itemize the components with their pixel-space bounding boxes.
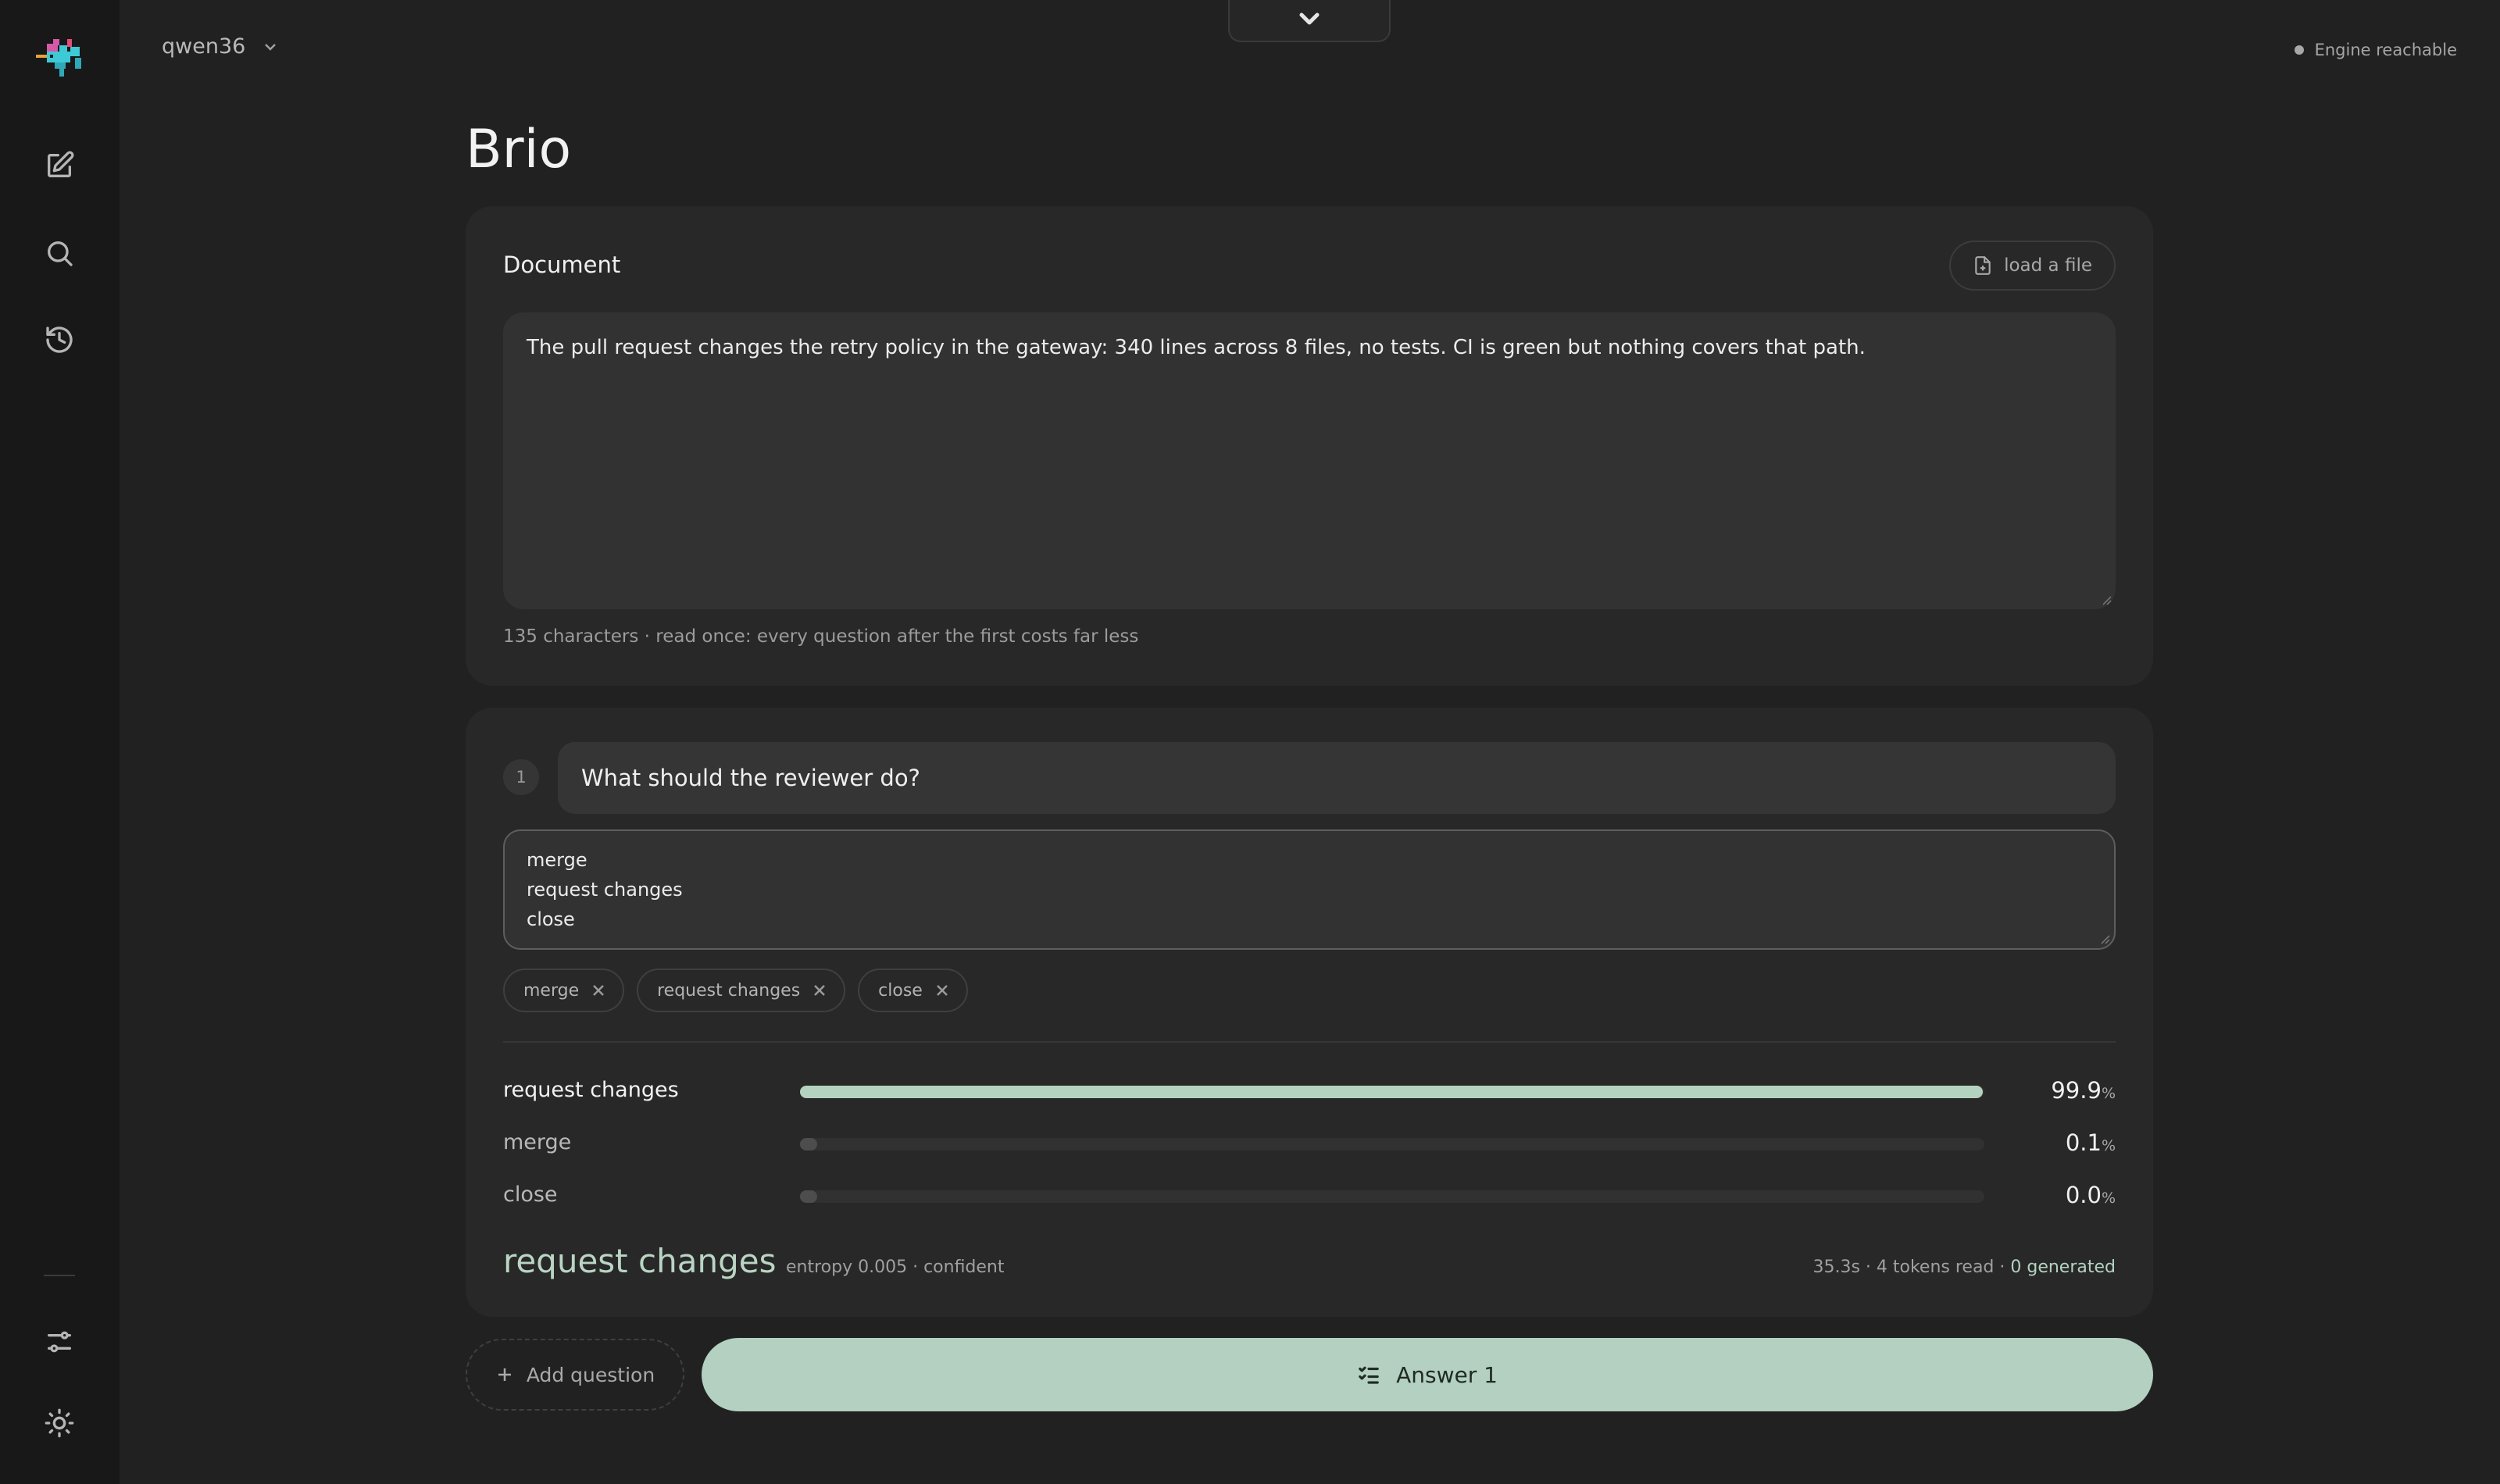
- chip-label: close: [878, 980, 923, 1001]
- close-icon[interactable]: [591, 983, 605, 997]
- file-plus-icon: [1975, 256, 1991, 275]
- status-text: Engine reachable: [2314, 41, 2457, 59]
- resize-grip-icon[interactable]: [2098, 933, 2111, 945]
- option-line: request changes: [527, 879, 683, 901]
- search-button[interactable]: [36, 230, 83, 276]
- sun-icon: [45, 1408, 74, 1438]
- probability-bar-fill: [800, 1086, 1984, 1098]
- probability-bar-fill: [800, 1138, 817, 1150]
- model-selector[interactable]: qwen36: [162, 34, 280, 59]
- question-card: 1 What should the reviewer do? merge req…: [466, 708, 2153, 1317]
- chevron-down-icon: [265, 43, 277, 51]
- list-checks-icon: [1359, 1366, 1379, 1384]
- entropy-text: entropy 0.005 · confident: [786, 1257, 1005, 1277]
- close-icon[interactable]: [812, 983, 827, 997]
- status-dot-icon: [2294, 45, 2304, 55]
- run-stats: 35.3s · 4 tokens read · 0 generated: [1812, 1257, 2116, 1277]
- sidebar: [0, 0, 120, 1484]
- close-icon[interactable]: [935, 983, 949, 997]
- question-number: 1: [503, 759, 539, 795]
- document-label: Document: [503, 251, 621, 278]
- result-row: close 0.0%: [503, 1179, 2116, 1211]
- chip-label: request changes: [657, 980, 801, 1001]
- option-chip-merge: merge: [503, 969, 625, 1012]
- chip-label: merge: [523, 980, 580, 1001]
- option-chips: merge request changes close: [503, 969, 968, 1012]
- probability-bar: [800, 1190, 1984, 1203]
- new-chat-button[interactable]: [36, 142, 83, 189]
- add-question-button[interactable]: Add question: [466, 1339, 684, 1411]
- history-icon: [46, 326, 73, 353]
- search-icon: [48, 241, 73, 266]
- app-logo: [36, 39, 81, 77]
- option-line: close: [527, 908, 575, 930]
- question-input[interactable]: What should the reviewer do?: [558, 742, 2116, 814]
- settings-button[interactable]: [36, 1318, 83, 1365]
- result-percent: 99.9%: [2051, 1077, 2116, 1104]
- sidebar-divider: [44, 1275, 75, 1276]
- chevron-down-icon: [1299, 12, 1320, 25]
- document-meta: 135 characters · read once: every questi…: [503, 626, 1139, 647]
- document-text: The pull request changes the retry polic…: [527, 336, 1866, 359]
- load-file-label: load a file: [2004, 255, 2092, 276]
- options-textarea[interactable]: merge request changes close: [503, 829, 2116, 950]
- theme-toggle-button[interactable]: [36, 1400, 83, 1447]
- history-button[interactable]: [36, 316, 83, 363]
- result-label: close: [503, 1183, 558, 1207]
- probability-bar: [800, 1086, 1984, 1098]
- result-row: merge 0.1%: [503, 1127, 2116, 1158]
- sliders-icon: [48, 1331, 72, 1353]
- resize-grip-icon[interactable]: [2100, 594, 2112, 606]
- load-file-button[interactable]: load a file: [1949, 241, 2116, 291]
- answer-result: request changes: [503, 1242, 777, 1280]
- model-name: qwen36: [162, 34, 246, 59]
- result-percent: 0.1%: [2065, 1129, 2116, 1156]
- probability-bar: [800, 1138, 1984, 1150]
- engine-status: Engine reachable: [2294, 41, 2457, 59]
- add-question-label: Add question: [526, 1363, 655, 1386]
- question-text: What should the reviewer do?: [581, 765, 920, 791]
- option-chip-request-changes: request changes: [637, 969, 846, 1012]
- option-chip-close: close: [858, 969, 968, 1012]
- result-percent: 0.0%: [2065, 1182, 2116, 1208]
- answer-label: Answer 1: [1396, 1361, 1498, 1388]
- page-title: Brio: [466, 119, 572, 180]
- document-card: Document load a file The pull request ch…: [466, 206, 2153, 686]
- result-row: request changes 99.9%: [503, 1075, 2116, 1106]
- plus-icon: [498, 1368, 511, 1381]
- edit-icon: [48, 151, 74, 177]
- generated-count: 0 generated: [2010, 1257, 2116, 1277]
- collapse-tab[interactable]: [1228, 0, 1391, 42]
- result-label: merge: [503, 1130, 572, 1154]
- results-divider: [503, 1041, 2116, 1043]
- option-line: merge: [527, 849, 588, 871]
- probability-bar-fill: [800, 1190, 817, 1203]
- result-label: request changes: [503, 1078, 679, 1102]
- document-textarea[interactable]: The pull request changes the retry polic…: [503, 312, 2116, 609]
- answer-button[interactable]: Answer 1: [702, 1338, 2153, 1411]
